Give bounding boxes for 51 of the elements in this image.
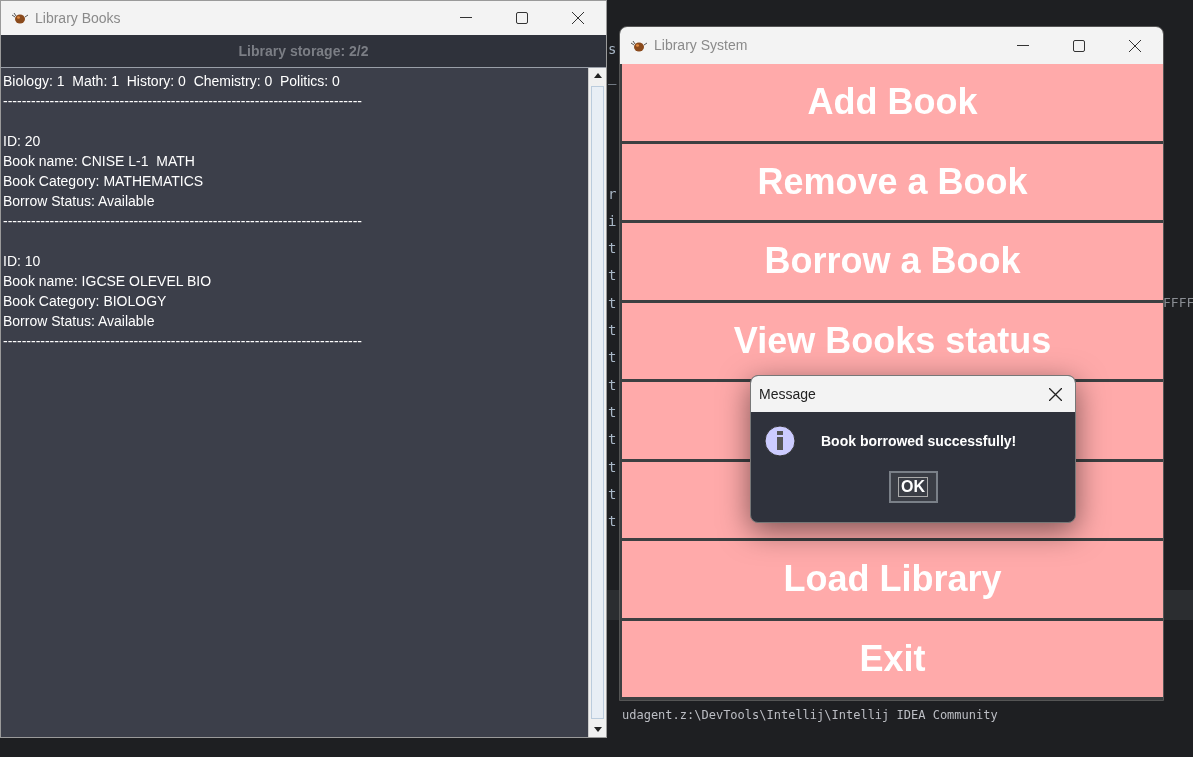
text-line: Book Category: MATHEMATICS (3, 172, 204, 191)
maximize-icon (1073, 39, 1085, 52)
menu-button[interactable]: Load Library (622, 541, 1163, 618)
scrollbar[interactable] (588, 68, 606, 737)
text-line: ----------------------------------------------------------------------------- (3, 92, 362, 111)
code-fragment: FFFF (1163, 295, 1193, 310)
close-icon (1048, 387, 1062, 401)
code-fragment: t (608, 484, 617, 504)
dialog-title: Message (759, 384, 816, 404)
code-fragment: i (608, 211, 617, 231)
code-fragment: r (608, 184, 617, 204)
window-title: Library System (654, 36, 748, 55)
code-fragment: t (608, 512, 617, 532)
code-fragment: t (608, 321, 617, 341)
console-line: udagent.z:\DevTools\Intellij\Intellij IDEA Community (622, 708, 998, 722)
code-fragment: t (608, 266, 617, 286)
code-fragment: t (608, 239, 617, 259)
maximize-icon (516, 12, 528, 24)
ok-button[interactable]: OK (888, 471, 938, 503)
text-line: ID: 10 (3, 252, 41, 271)
storage-label: Library storage: 2/2 (238, 41, 369, 61)
window-title: Library Books (35, 8, 121, 28)
text-line: ----------------------------------------------------------------------------- (3, 212, 362, 231)
close-icon (572, 12, 584, 24)
code-fragment: t (608, 402, 617, 422)
text-line: Book name: IGCSE OLEVEL BIO (3, 272, 212, 291)
menu-button[interactable]: Remove a Book (622, 143, 1163, 220)
info-icon (764, 425, 796, 457)
code-fragment: s (608, 40, 617, 59)
code-fragment: _ (608, 67, 617, 87)
text-line: Borrow Status: Available (3, 192, 155, 211)
code-fragment: t (608, 430, 617, 450)
code-fragment: t (608, 375, 617, 395)
minimize-icon (1017, 44, 1029, 47)
menu-button[interactable]: Exit (622, 620, 1163, 697)
menu-button[interactable]: Add Book (622, 64, 1163, 141)
code-fragment: t (608, 348, 617, 368)
code-fragment: t (608, 293, 617, 313)
scroll-thumb[interactable] (591, 86, 604, 719)
text-line: ----------------------------------------------------------------------------- (3, 332, 362, 351)
text-line: Book Category: BIOLOGY (3, 292, 167, 311)
text-line: Book name: CNISE L-1 MATH (3, 152, 195, 171)
menu-button[interactable]: View Books status (622, 302, 1163, 379)
minimize-icon (460, 17, 472, 19)
text-line: Borrow Status: Available (3, 312, 155, 331)
close-icon (1129, 39, 1141, 52)
text-line: ID: 20 (3, 132, 41, 151)
menu-button[interactable]: Borrow a Book (622, 223, 1163, 300)
dialog-message: Book borrowed successfully! (821, 431, 1017, 451)
code-fragment: t (608, 457, 617, 477)
text-line: Biology: 1 Math: 1 History: 0 Chemistry: 0 Politics: 0 (3, 72, 340, 91)
